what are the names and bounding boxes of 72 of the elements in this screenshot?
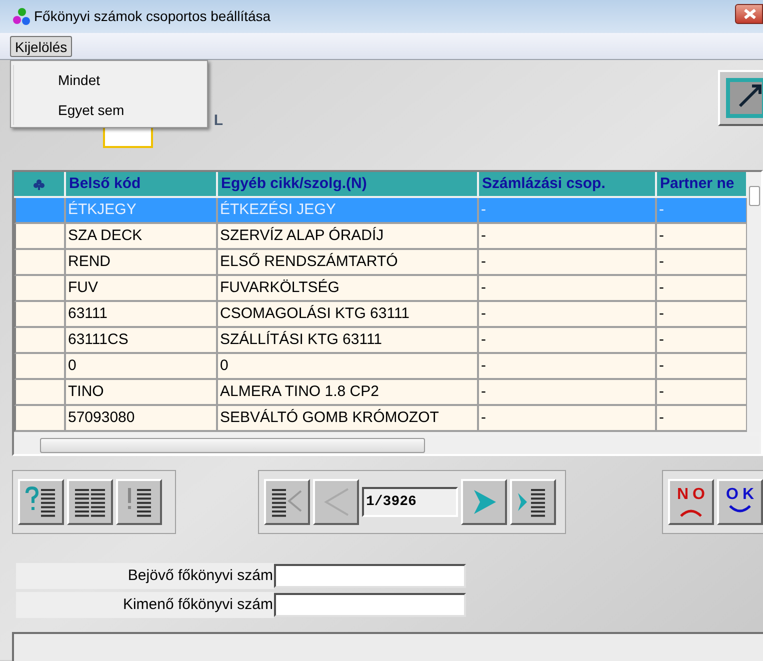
row-selector[interactable] (14, 302, 66, 328)
table-cell: - (657, 328, 748, 354)
table-cell: FUV (66, 276, 218, 302)
table-cell: SZA DECK (66, 224, 218, 250)
previous-page-button[interactable] (313, 479, 359, 525)
table-cell: - (657, 406, 748, 432)
table-cell: 0 (66, 354, 218, 380)
table-cell: - (479, 328, 657, 354)
field-label: Bejövő főkönyvi szám (16, 563, 274, 589)
table-cell: 57093080 (66, 406, 218, 432)
table-cell: - (479, 302, 657, 328)
row-selector[interactable] (14, 328, 66, 354)
window-title: Főkönyvi számok csoportos beállítása (34, 7, 271, 26)
close-icon (744, 8, 756, 18)
table-cell: TINO (66, 380, 218, 406)
table-cell: SZÁLLÍTÁSI KTG 63111 (218, 328, 479, 354)
table-cell: - (657, 224, 748, 250)
arrow-out-icon (726, 78, 763, 118)
column-header[interactable]: Számlázási csop. (479, 172, 657, 198)
molecule-icon (12, 7, 31, 26)
table-cell: ALMERA TINO 1.8 CP2 (218, 380, 479, 406)
column-header[interactable]: Partner ne (657, 172, 748, 198)
alert-list-button[interactable] (116, 479, 162, 525)
table-cell: - (479, 354, 657, 380)
table-cell: - (479, 250, 657, 276)
column-header[interactable]: Egyéb cikk/szolg.(N) (218, 172, 479, 198)
table-cell: 63111CS (66, 328, 218, 354)
table-cell: - (657, 276, 748, 302)
table-cell: - (479, 224, 657, 250)
row-selector[interactable] (14, 406, 66, 432)
row-selector[interactable] (14, 354, 66, 380)
menu-option[interactable]: Mindet (13, 65, 207, 95)
table-cell: - (479, 380, 657, 406)
input-field[interactable] (274, 564, 466, 588)
table-cell: SEBVÁLTÓ GOMB KRÓMOZOT (218, 406, 479, 432)
menu-option[interactable]: Egyet sem (13, 95, 207, 125)
input-field[interactable] (274, 593, 466, 617)
menu-item[interactable]: Kijelölés (10, 36, 72, 56)
table-cell: ELSŐ RENDSZÁMTARTÓ (218, 250, 479, 276)
table-cell: FUVARKÖLTSÉG (218, 276, 479, 302)
first-page-button[interactable] (264, 479, 310, 525)
help-list-button[interactable] (18, 479, 64, 525)
table-cell: - (657, 198, 748, 224)
table-cell: - (657, 380, 748, 406)
column-header[interactable]: Belső kód (66, 172, 218, 198)
table-cell: 0 (218, 354, 479, 380)
table-cell: - (479, 406, 657, 432)
row-selector[interactable] (14, 380, 66, 406)
table-cell: ÉTKJEGY (66, 198, 218, 224)
table-cell: - (657, 250, 748, 276)
next-page-button[interactable] (461, 479, 507, 525)
table-cell: - (479, 276, 657, 302)
table-cell: CSOMAGOLÁSI KTG 63111 (218, 302, 479, 328)
list-button[interactable] (67, 479, 113, 525)
page-indicator: 1/3926 (362, 487, 458, 517)
field-label: Kimenő főkönyvi szám (16, 592, 274, 618)
club-icon (33, 178, 45, 190)
table-cell: - (657, 302, 748, 328)
row-selector[interactable] (14, 250, 66, 276)
last-page-button[interactable] (510, 479, 556, 525)
table-cell: 63111 (66, 302, 218, 328)
table-cell: REND (66, 250, 218, 276)
row-selector[interactable] (14, 224, 66, 250)
table-cell: ÉTKEZÉSI JEGY (218, 198, 479, 224)
row-selector[interactable] (14, 276, 66, 302)
table-cell: SZERVÍZ ALAP ÓRADÍJ (218, 224, 479, 250)
close-button[interactable] (735, 4, 763, 24)
table-cell: - (657, 354, 748, 380)
export-button[interactable] (718, 70, 763, 126)
cancel-button[interactable]: NO (668, 479, 714, 525)
ok-button[interactable]: OK (717, 479, 763, 525)
table-cell: - (479, 198, 657, 224)
